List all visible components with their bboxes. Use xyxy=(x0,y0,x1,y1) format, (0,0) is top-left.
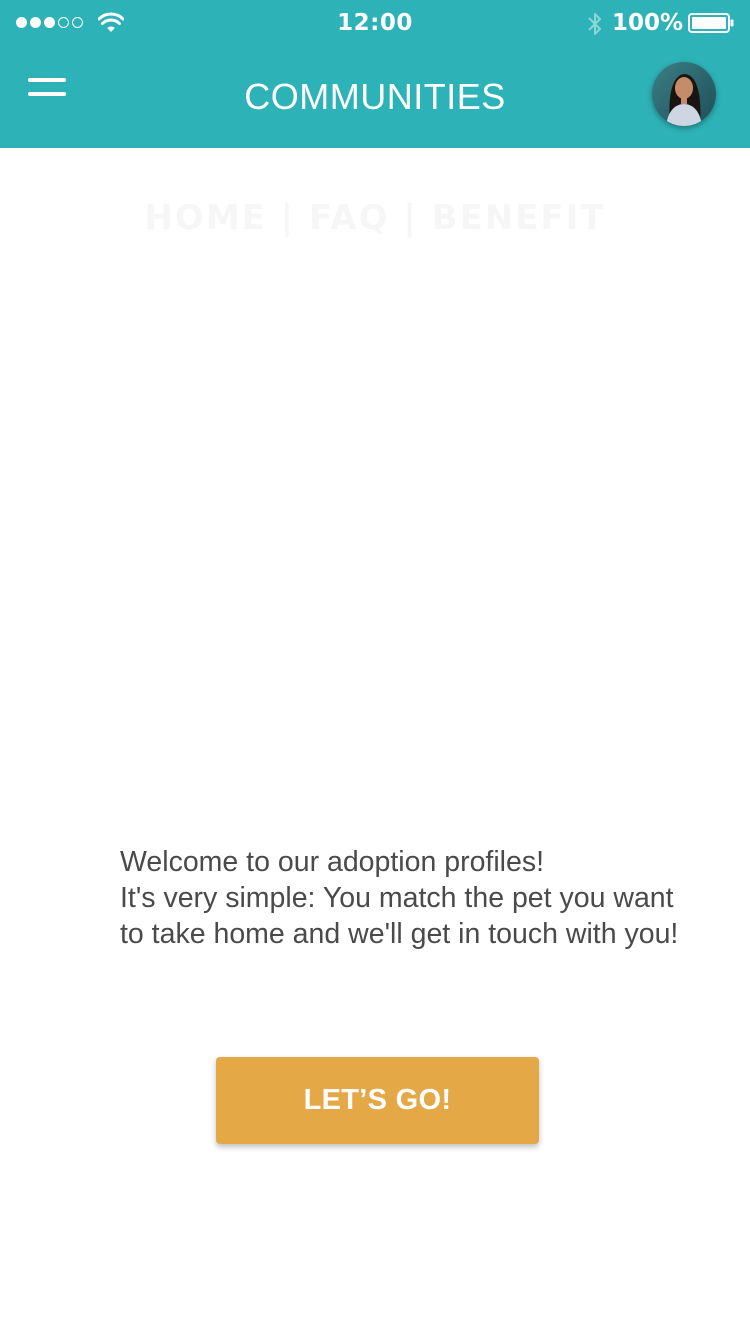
user-avatar[interactable] xyxy=(652,62,716,126)
page-title: COMMUNITIES xyxy=(244,76,506,117)
battery-icon xyxy=(688,13,734,33)
lets-go-button[interactable]: LET’S GO! xyxy=(216,1057,539,1144)
welcome-line-1: Welcome to our adoption profiles! xyxy=(120,846,545,878)
bluetooth-icon xyxy=(588,13,601,35)
battery-percentage: 100% xyxy=(612,10,684,36)
app-header: 12:00 100% COMMUNITIES xyxy=(0,0,750,148)
welcome-line-2: It's very simple: You match the pet you … xyxy=(120,882,679,950)
status-bar: 12:00 100% xyxy=(0,0,750,48)
faded-heading: HOME | FAQ | BENEFIT xyxy=(0,198,750,238)
welcome-text: Welcome to our adoption profiles! It's v… xyxy=(120,844,690,952)
